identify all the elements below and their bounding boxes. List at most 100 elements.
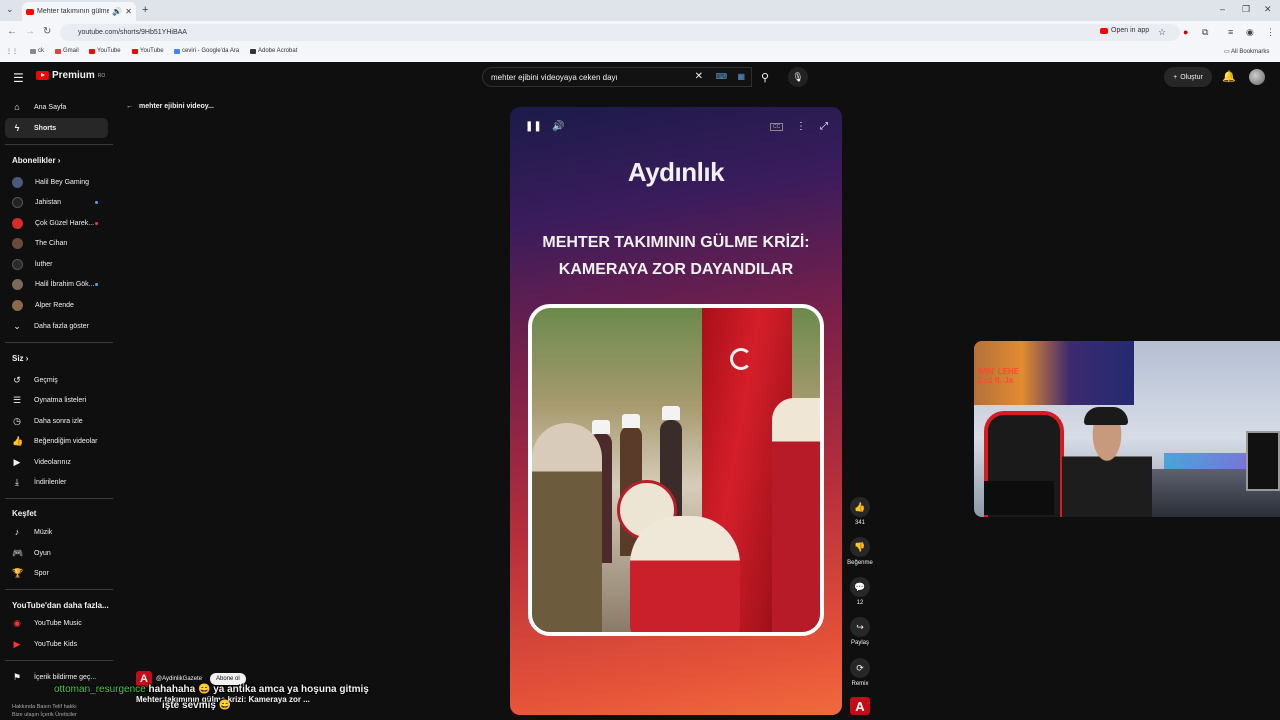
chat-text: hahahaha (148, 684, 196, 695)
bookmark-item[interactable]: ceviri - Google'da Ara (174, 48, 239, 54)
sidebar-item-youtube-music[interactable]: ◉ YouTube Music (5, 613, 108, 633)
back-to-search-button[interactable]: ← mehter ejibini videoy... (126, 103, 214, 110)
tab-search-icon[interactable]: ⌄ (6, 4, 14, 15)
subscriptions-heading[interactable]: Abonelikler › (12, 156, 60, 165)
remix-button[interactable]: ⟳ Remix (846, 658, 874, 687)
keyboard-icon[interactable]: ⌨ (715, 72, 727, 81)
search-input[interactable]: mehter ejibini videoyaya ceken dayı ✕ ⌨ … (482, 67, 752, 87)
extension-icon[interactable]: ● (1183, 27, 1188, 37)
search-button[interactable]: ⚲ (752, 67, 778, 87)
translate-icon[interactable]: ▦ (737, 72, 745, 81)
bookmark-item[interactable]: YouTube (89, 48, 121, 54)
sidebar-item-youtube-kids[interactable]: ▶ YouTube Kids (5, 634, 108, 654)
history-icon: ↺ (13, 374, 21, 385)
sidebar-item-watch-later[interactable]: ◷ Daha sonra izle (5, 411, 108, 431)
create-label: Oluştur (1180, 73, 1203, 81)
clear-search-icon[interactable]: ✕ (695, 71, 703, 82)
footer-links[interactable]: Hakkında Basın Telif hakkı (12, 704, 77, 710)
streamer-hair (1084, 407, 1128, 425)
sidebar-item-downloads[interactable]: ⤓ İndirilenler (5, 472, 108, 492)
home-icon: ⌂ (14, 102, 20, 112)
thumbs-down-icon: 👎 (850, 537, 870, 557)
youtube-app-icon (1100, 27, 1108, 34)
sidebar-item-history[interactable]: ↺ Geçmiş (5, 370, 108, 390)
url-bar[interactable]: youtube.com/shorts/9Hb51YHiBAA (60, 24, 1180, 41)
bookmark-star-icon[interactable]: ☆ (1158, 27, 1166, 38)
new-content-dot (95, 282, 98, 286)
volume-icon[interactable]: 🔊 (552, 121, 564, 132)
sidebar-item-shorts[interactable]: ϟ Shorts (5, 118, 108, 138)
browser-menu-icon[interactable]: ⋮ (1266, 27, 1275, 38)
new-tab-button[interactable]: + (142, 4, 148, 16)
captions-icon[interactable]: CC (770, 123, 784, 131)
search-icon: ⚲ (760, 71, 770, 84)
tab-close-icon[interactable]: ✕ (125, 7, 132, 16)
band-member-hat (592, 420, 610, 434)
sidebar-item-your-videos[interactable]: ▶ Videolarınız (5, 452, 108, 472)
sidebar-show-more[interactable]: ⌄ Daha fazla göster (5, 316, 108, 336)
channel-avatar (12, 196, 23, 208)
divider (5, 589, 113, 590)
sidebar-item-subscription[interactable]: The Cihan (5, 233, 108, 253)
youtube-logo[interactable]: Premium RO (36, 70, 105, 81)
share-icon: ↪ (850, 617, 870, 637)
forward-button[interactable]: → (25, 26, 35, 37)
gamepad-icon: 🎮 (12, 547, 24, 558)
sidebar-item-sports[interactable]: 🏆 Spor (5, 563, 108, 583)
apps-icon[interactable]: ⋮⋮ (6, 48, 18, 55)
speaker-icon[interactable]: 🔊 (112, 7, 122, 16)
sidebar-item-subscription[interactable]: Halil Bey Gaming (5, 172, 108, 192)
shorts-player[interactable]: ❚❚ 🔊 CC ⋮ ⤢ Aydınlık MEHTER TAKIMININ GÜ… (510, 107, 842, 715)
trophy-icon: 🏆 (12, 567, 24, 578)
menu-icon[interactable]: ☰ (13, 71, 24, 85)
close-window-button[interactable]: ✕ (1264, 4, 1272, 15)
avatar[interactable] (1249, 69, 1265, 85)
sidebar-item-subscription[interactable]: Halil İbrahim Gök... (5, 274, 108, 294)
voice-search-button[interactable]: 🎙 (788, 67, 808, 87)
notifications-bell-icon[interactable]: 🔔 (1222, 70, 1236, 83)
media-control-icon[interactable]: ≡ (1228, 27, 1233, 37)
sidebar-item-subscription[interactable]: luther (5, 254, 108, 274)
like-button[interactable]: 👍 341 (846, 497, 874, 526)
profile-icon[interactable]: ◉ (1246, 27, 1254, 38)
sidebar-item-playlists[interactable]: ☰ Oynatma listeleri (5, 390, 108, 410)
tab-strip: ⌄ Mehter takımının gülme kri: 🔊 ✕ + – ❐ … (0, 0, 1280, 21)
minimize-button[interactable]: – (1220, 4, 1225, 14)
create-button[interactable]: + Oluştur (1164, 67, 1212, 87)
pause-icon[interactable]: ❚❚ (525, 121, 542, 132)
sidebar-item-subscription[interactable]: Alper Rende (5, 295, 108, 315)
bookmark-item[interactable]: Gmail (55, 48, 79, 54)
reload-button[interactable]: ↻ (43, 26, 51, 37)
you-heading[interactable]: Siz › (12, 354, 28, 363)
comments-button[interactable]: 💬 12 (846, 577, 874, 606)
bookmark-item[interactable]: YouTube (132, 48, 164, 54)
fullscreen-icon[interactable]: ⤢ (820, 121, 828, 132)
sidebar-item-subscription[interactable]: Çok Güzel Harek... (5, 213, 108, 233)
sidebar-item-home[interactable]: ⌂ Ana Sayfa (5, 97, 108, 117)
dislike-button[interactable]: 👎 Beğenme (846, 537, 874, 566)
sidebar-item-gaming[interactable]: 🎮 Oyun (5, 543, 108, 563)
more-options-icon[interactable]: ⋮ (796, 121, 806, 132)
music-note-icon: ♪ (14, 527, 20, 537)
open-in-app-button[interactable]: Open in app (1100, 27, 1149, 34)
all-bookmarks[interactable]: ▭ All Bookmarks (1224, 48, 1269, 55)
share-button[interactable]: ↪ Paylaş (846, 617, 874, 646)
tab-title: Mehter takımının gülme kri: (37, 8, 110, 15)
bookmark-item[interactable]: ck (30, 48, 44, 54)
explore-heading: Keşfet (12, 509, 37, 518)
chat-text: işte sevmiş (162, 700, 216, 711)
sidebar-item-subscription[interactable]: Jahistan (5, 192, 108, 212)
restore-button[interactable]: ❐ (1242, 4, 1250, 15)
extensions-puzzle-icon[interactable]: ⧉ (1202, 27, 1208, 38)
thumbs-up-icon: 👍 (12, 435, 24, 446)
sidebar-item-liked-videos[interactable]: 👍 Beğendiğim videolar (5, 431, 108, 451)
back-button[interactable]: ← (7, 26, 17, 37)
channel-name[interactable]: @AydinlikGazete (156, 676, 202, 682)
channel-logo[interactable]: A (850, 697, 870, 715)
comment-icon: 💬 (850, 577, 870, 597)
mic-icon: 🎙 (792, 71, 804, 82)
footer-links[interactable]: Bize ulaşın İçerik Üreticiler (12, 712, 77, 718)
bookmark-item[interactable]: Adobe Acrobat (250, 48, 297, 54)
sidebar-item-music[interactable]: ♪ Müzik (5, 522, 108, 542)
browser-tab[interactable]: Mehter takımının gülme kri: 🔊 ✕ (22, 2, 136, 21)
